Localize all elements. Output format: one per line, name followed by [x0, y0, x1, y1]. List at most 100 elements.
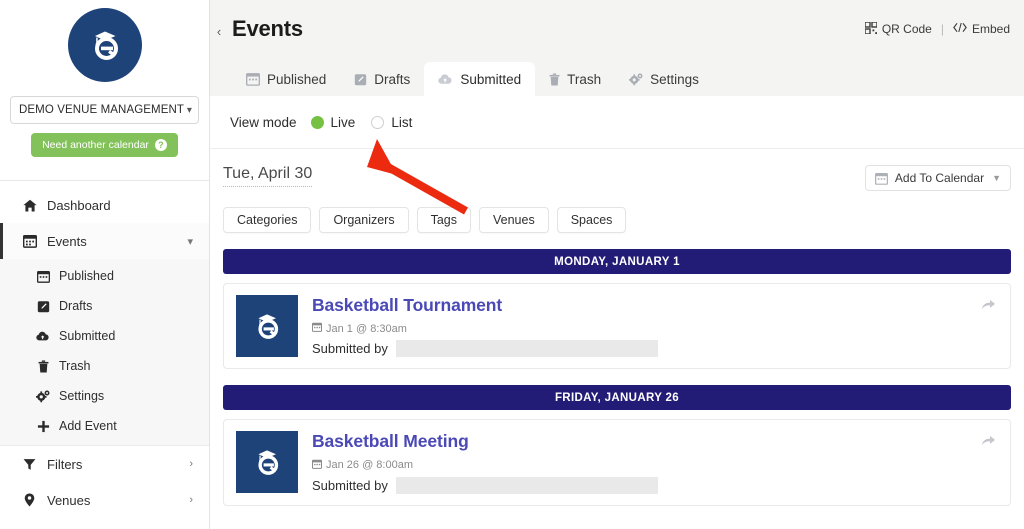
event-title[interactable]: Basketball Tournament — [312, 295, 998, 315]
tab-settings[interactable]: Settings — [615, 62, 713, 96]
event-thumbnail — [236, 295, 298, 357]
event-time: Jan 1 @ 8:30am — [312, 322, 998, 335]
filter-chip-tags[interactable]: Tags — [416, 207, 471, 233]
pencil-square-icon — [354, 73, 367, 86]
sidebar-subitem-label: Submitted — [59, 329, 116, 343]
qr-code-label: QR Code — [881, 22, 932, 36]
chevron-down-icon: ▾ — [186, 104, 192, 116]
sidebar-item-venues[interactable]: Venues › — [0, 482, 209, 518]
add-to-calendar-button[interactable]: Add To Calendar ▼ — [864, 165, 1011, 191]
header-separator: | — [940, 22, 944, 36]
sidebar-item-dashboard[interactable]: Dashboard — [0, 187, 209, 223]
event-body: Basketball Tournament Jan 1 @ 8:30am Sub… — [312, 295, 998, 358]
caret-down-icon: ▼ — [992, 173, 1001, 183]
event-body: Basketball Meeting Jan 26 @ 8:00am Submi… — [312, 431, 998, 494]
question-mark-icon[interactable]: ? — [154, 139, 167, 151]
sidebar-item-submitted[interactable]: Submitted — [0, 321, 209, 351]
need-calendar-wrap: Need another calendar ? — [0, 133, 209, 157]
sidebar-item-drafts[interactable]: Drafts — [0, 291, 209, 321]
sidebar-subitem-label: Trash — [59, 359, 91, 373]
sidebar-item-published[interactable]: Published — [0, 261, 209, 291]
calendar-icon — [312, 459, 322, 472]
view-mode-option-label: Live — [330, 114, 356, 130]
view-mode-option-list[interactable]: List — [371, 115, 412, 130]
tab-trash[interactable]: Trash — [535, 62, 615, 96]
cloud-upload-icon — [36, 330, 50, 342]
sidebar-subnav-events: Published Drafts Submitted Trash Setting… — [0, 259, 209, 445]
current-date-label[interactable]: Tue, April 30 — [223, 165, 313, 187]
tab-drafts[interactable]: Drafts — [340, 62, 424, 96]
share-arrow-icon[interactable] — [981, 297, 996, 316]
sidebar-item-events[interactable]: Events ▾ — [0, 223, 209, 259]
tab-label: Published — [267, 71, 327, 87]
filter-chip-venues[interactable]: Venues — [479, 207, 549, 233]
events-board: Tue, April 30 Add To Calendar ▼ Categori… — [210, 149, 1024, 506]
tab-label: Drafts — [374, 71, 411, 87]
qr-code-icon — [864, 20, 878, 37]
trash-icon — [549, 72, 560, 86]
add-to-calendar-label: Add To Calendar — [894, 171, 985, 185]
sidebar-item-settings[interactable]: Settings — [0, 381, 209, 411]
app-root: DEMO VENUE MANAGEMENT ▾ Need another cal… — [0, 0, 1024, 529]
tab-submitted[interactable]: Submitted — [424, 62, 536, 96]
radio-selected-icon[interactable] — [310, 115, 324, 129]
cloud-upload-icon — [438, 73, 453, 85]
view-mode-radio-group: Live List — [310, 114, 412, 130]
embed-button[interactable]: Embed — [953, 22, 1010, 36]
trash-icon — [36, 359, 50, 373]
events-list: MONDAY, JANUARY 1 Basketball Tournament … — [223, 249, 1011, 506]
sidebar-subitem-label: Drafts — [59, 299, 93, 313]
sidebar: DEMO VENUE MANAGEMENT ▾ Need another cal… — [0, 0, 210, 529]
calendar-icon — [312, 322, 322, 335]
venue-select-value: DEMO VENUE MANAGEMENT — [19, 104, 184, 116]
filter-chip-organizers[interactable]: Organizers — [319, 207, 409, 233]
sidebar-nav: Dashboard Events ▾ Published Drafts Subm… — [0, 181, 209, 518]
filter-chip-categories[interactable]: Categories — [223, 207, 312, 233]
event-card[interactable]: Basketball Tournament Jan 1 @ 8:30am Sub… — [223, 283, 1011, 370]
gears-icon — [629, 73, 643, 86]
sidebar-item-filters[interactable]: Filters › — [0, 446, 209, 482]
gears-icon — [36, 390, 50, 403]
board-toolbar: Tue, April 30 Add To Calendar ▼ — [223, 165, 1011, 191]
calendar-icon — [874, 172, 888, 185]
view-mode-option-live[interactable]: Live — [310, 114, 356, 130]
sidebar-collapse-icon[interactable]: ‹ — [210, 22, 228, 40]
radio-unselected-icon[interactable] — [371, 115, 385, 129]
tab-published[interactable]: Published — [232, 62, 340, 96]
event-card[interactable]: Basketball Meeting Jan 26 @ 8:00am Submi… — [223, 419, 1011, 506]
filter-chip-spaces[interactable]: Spaces — [556, 207, 627, 233]
map-pin-icon — [22, 493, 37, 507]
funnel-icon — [22, 458, 37, 471]
home-icon — [22, 199, 37, 212]
sidebar-item-add-event[interactable]: Add Event — [0, 411, 209, 441]
venue-select[interactable]: DEMO VENUE MANAGEMENT ▾ — [10, 96, 199, 124]
pencil-square-icon — [36, 300, 50, 313]
event-time-label: Jan 1 @ 8:30am — [326, 322, 407, 335]
share-arrow-icon[interactable] — [981, 433, 996, 452]
event-time-label: Jan 26 @ 8:00am — [326, 459, 413, 471]
submitted-by-label: Submitted by — [312, 477, 388, 493]
event-title[interactable]: Basketball Meeting — [312, 431, 998, 451]
sidebar-subitem-label: Settings — [59, 389, 105, 403]
page-title: Events — [232, 16, 303, 41]
graduation-cap-e-logo-icon[interactable] — [67, 8, 142, 82]
filter-chip-row: Categories Organizers Tags Venues Spaces — [223, 207, 1011, 233]
sidebar-item-label: Filters — [47, 456, 83, 472]
sidebar-item-trash[interactable]: Trash — [0, 351, 209, 381]
tab-bar: Published Drafts Submitted Trash Setting… — [210, 58, 1024, 96]
event-submitted-by: Submitted by — [312, 340, 998, 358]
calendar-icon — [246, 72, 260, 86]
event-thumbnail — [236, 431, 298, 494]
qr-code-button[interactable]: QR Code — [864, 20, 932, 37]
event-time: Jan 26 @ 8:00am — [312, 459, 998, 472]
calendar-icon — [36, 270, 50, 283]
sidebar-item-label: Dashboard — [47, 197, 111, 213]
sidebar-item-label: Events — [47, 233, 87, 249]
sidebar-subitem-label: Published — [59, 269, 114, 283]
header-actions: QR Code | Embed — [864, 20, 1010, 37]
submitted-by-value-redacted — [395, 340, 658, 358]
need-another-calendar-button[interactable]: Need another calendar ? — [31, 133, 178, 157]
embed-label: Embed — [971, 22, 1010, 36]
calendar-icon — [22, 234, 37, 248]
tab-label: Settings — [650, 71, 699, 87]
